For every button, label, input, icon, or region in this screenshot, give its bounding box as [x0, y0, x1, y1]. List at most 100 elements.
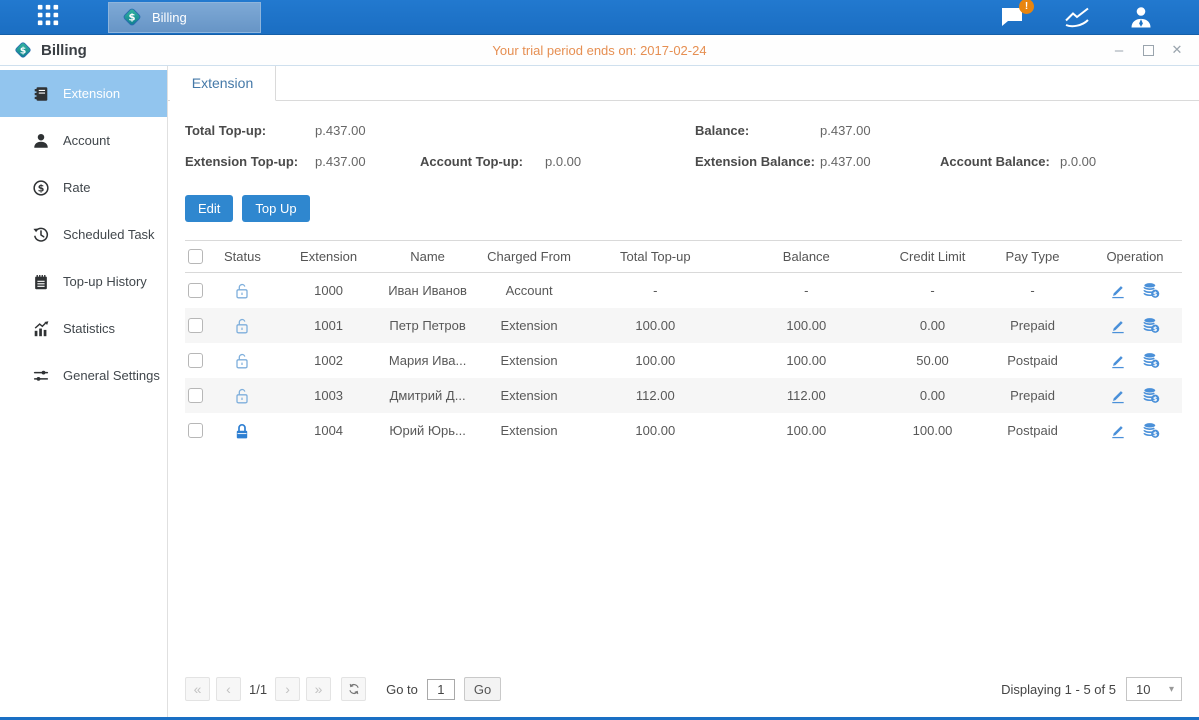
go-button[interactable]: Go — [464, 677, 501, 701]
messages-button[interactable]: ! — [999, 4, 1027, 30]
svg-text:$: $ — [20, 45, 26, 56]
pagination-bar: « ‹ 1/1 › » Go to Go Displaying 1 - 5 of… — [185, 667, 1182, 717]
svg-text:$: $ — [38, 183, 45, 194]
sidebar-item-extension[interactable]: Extension — [0, 70, 167, 117]
cell-extension: 1004 — [274, 413, 383, 448]
unlocked-icon — [232, 386, 252, 406]
total-topup-label: Total Top-up: — [185, 123, 315, 138]
unlocked-icon — [232, 281, 252, 301]
row-checkbox[interactable] — [188, 283, 203, 298]
page-number-input[interactable] — [427, 679, 455, 700]
cell-credit-limit: 50.00 — [888, 343, 977, 378]
cell-pay-type: Postpaid — [977, 343, 1088, 378]
billing-icon: $ — [121, 6, 143, 28]
edit-icon[interactable] — [1108, 386, 1127, 405]
go-to-label: Go to — [386, 682, 418, 697]
monitor-button[interactable] — [1063, 4, 1091, 30]
graph-icon — [1064, 5, 1090, 29]
cell-credit-limit: - — [888, 273, 977, 308]
extension-topup-label: Extension Top-up: — [185, 154, 315, 169]
cell-total-topup: 100.00 — [586, 343, 725, 378]
edit-icon[interactable] — [1108, 421, 1127, 440]
next-page-button[interactable]: › — [275, 677, 300, 701]
tab-extension[interactable]: Extension — [170, 66, 276, 101]
cell-name: Дмитрий Д... — [383, 378, 472, 413]
account-topup-value: p.0.00 — [545, 154, 695, 169]
page-size-select[interactable]: 10 ▾ — [1126, 677, 1182, 701]
top-up-icon[interactable]: $ — [1142, 316, 1161, 335]
taskbar-item-billing[interactable]: $ Billing — [108, 2, 261, 33]
user-icon — [1128, 5, 1154, 29]
tab-label: Extension — [192, 75, 253, 91]
top-up-icon[interactable]: $ — [1142, 351, 1161, 370]
cell-extension: 1001 — [274, 308, 383, 343]
trial-notice: Your trial period ends on: 2017-02-24 — [0, 43, 1199, 58]
cell-pay-type: - — [977, 273, 1088, 308]
first-page-button[interactable]: « — [185, 677, 210, 701]
extension-icon — [32, 85, 50, 103]
table-row: 1003Дмитрий Д...Extension112.00112.000.0… — [185, 378, 1182, 413]
general-settings-icon — [32, 367, 50, 385]
sidebar-item-label: Statistics — [63, 321, 115, 336]
cell-name: Юрий Юрь... — [383, 413, 472, 448]
locked-icon — [232, 421, 252, 441]
window-title-bar: $ Billing Your trial period ends on: 201… — [0, 35, 1199, 66]
column-header: Status — [211, 241, 274, 272]
top-up-icon[interactable]: $ — [1142, 386, 1161, 405]
row-checkbox[interactable] — [188, 318, 203, 333]
cell-pay-type: Prepaid — [977, 308, 1088, 343]
column-header: Pay Type — [977, 241, 1088, 272]
balance-summary: Total Top-up: p.437.00 Balance: p.437.00… — [185, 123, 1182, 169]
top-up-icon[interactable]: $ — [1142, 421, 1161, 440]
account-icon — [32, 132, 50, 150]
page-indicator: 1/1 — [249, 682, 267, 697]
sidebar-item-label: Rate — [63, 180, 90, 195]
prev-page-button[interactable]: ‹ — [216, 677, 241, 701]
column-header: Name — [383, 241, 472, 272]
statistics-icon — [32, 320, 50, 338]
caret-down-icon: ▾ — [1169, 684, 1174, 695]
minimize-button[interactable]: – — [1111, 42, 1127, 58]
cell-balance: 100.00 — [725, 413, 888, 448]
table-row: 1002Мария Ива...Extension100.00100.0050.… — [185, 343, 1182, 378]
edit-icon[interactable] — [1108, 281, 1127, 300]
column-header: Credit Limit — [888, 241, 977, 272]
edit-icon[interactable] — [1108, 351, 1127, 370]
cell-charged-from: Extension — [472, 308, 586, 343]
svg-text:$: $ — [1154, 431, 1158, 438]
sidebar-item-general-settings[interactable]: General Settings — [0, 352, 167, 399]
edit-icon[interactable] — [1108, 316, 1127, 335]
unlocked-icon — [232, 351, 252, 371]
extension-topup-value: p.437.00 — [315, 154, 420, 169]
sidebar-item-statistics[interactable]: Statistics — [0, 305, 167, 352]
taskbar-item-label: Billing — [152, 10, 187, 25]
sidebar-item-scheduled-task[interactable]: Scheduled Task — [0, 211, 167, 258]
maximize-icon — [1143, 45, 1154, 56]
cell-total-topup: 100.00 — [586, 413, 725, 448]
cell-balance: 100.00 — [725, 343, 888, 378]
cell-pay-type: Postpaid — [977, 413, 1088, 448]
next-page-icon: › — [285, 681, 290, 697]
cell-credit-limit: 0.00 — [888, 378, 977, 413]
top-up-button[interactable]: Top Up — [242, 195, 309, 222]
row-checkbox[interactable] — [188, 388, 203, 403]
row-checkbox[interactable] — [188, 423, 203, 438]
last-page-button[interactable]: » — [306, 677, 331, 701]
displaying-text: Displaying 1 - 5 of 5 — [1001, 682, 1116, 697]
cell-pay-type: Prepaid — [977, 378, 1088, 413]
column-header: Charged From — [472, 241, 586, 272]
maximize-button[interactable] — [1140, 42, 1156, 58]
row-checkbox[interactable] — [188, 353, 203, 368]
sidebar-item-top-up-history[interactable]: Top-up History — [0, 258, 167, 305]
close-button[interactable]: ✕ — [1169, 42, 1185, 58]
sidebar-item-rate[interactable]: $ Rate — [0, 164, 167, 211]
svg-text:$: $ — [1154, 326, 1158, 333]
table-row: 1001Петр ПетровExtension100.00100.000.00… — [185, 308, 1182, 343]
select-all-checkbox[interactable] — [188, 249, 203, 264]
edit-button[interactable]: Edit — [185, 195, 233, 222]
user-menu-button[interactable] — [1127, 4, 1155, 30]
refresh-button[interactable] — [341, 677, 366, 701]
top-up-icon[interactable]: $ — [1142, 281, 1161, 300]
sidebar-item-account[interactable]: Account — [0, 117, 167, 164]
app-launcher-button[interactable] — [34, 3, 62, 31]
